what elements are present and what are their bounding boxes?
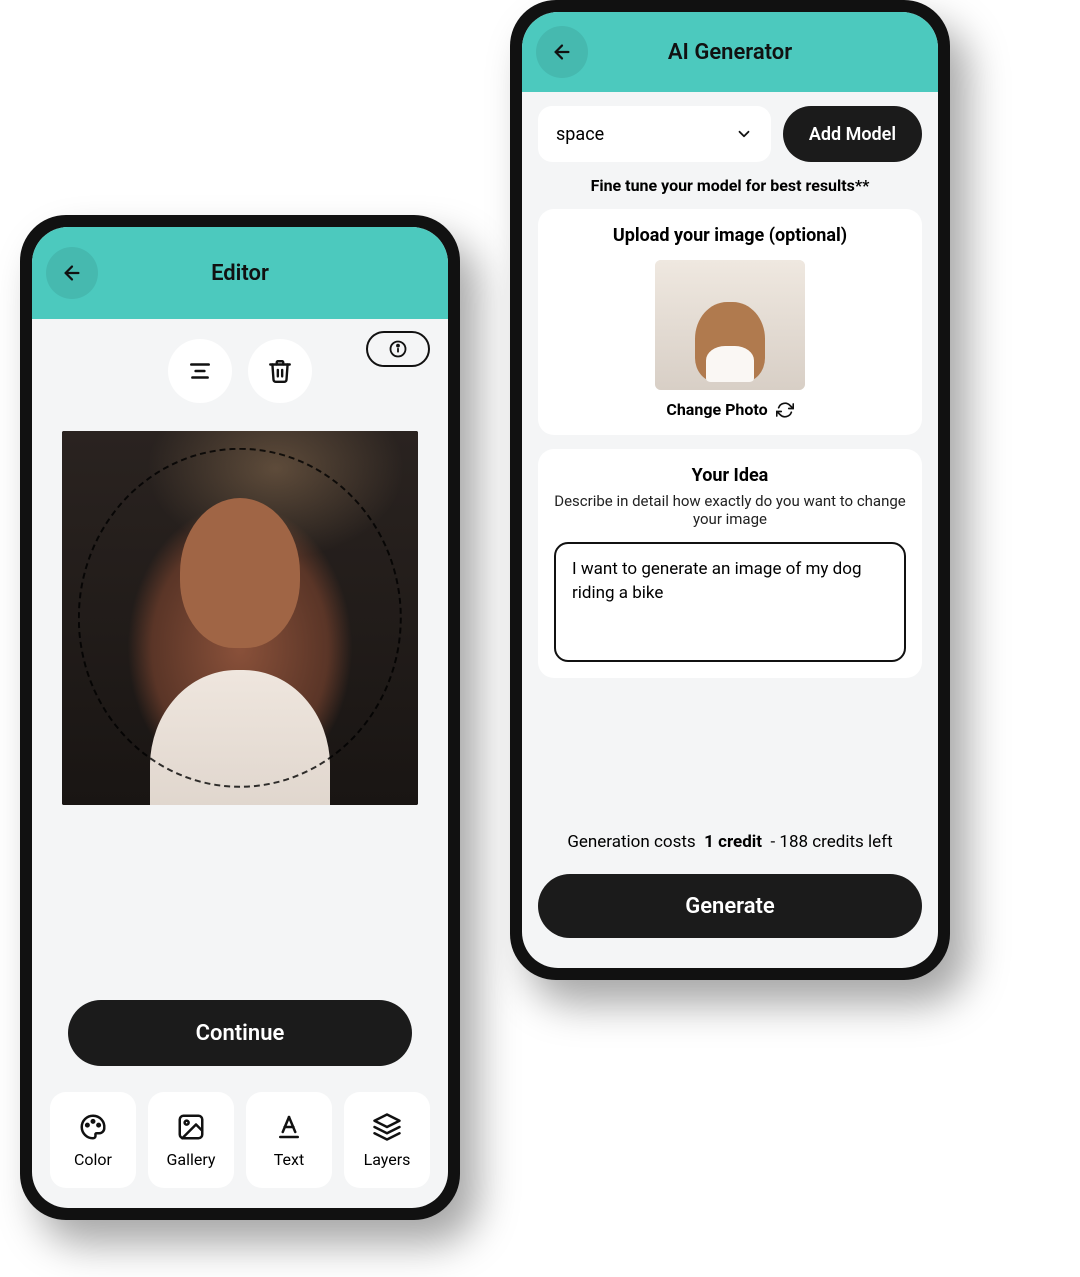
layers-icon	[372, 1112, 402, 1142]
tool-label: Layers	[364, 1150, 411, 1169]
model-selected-value: space	[556, 124, 604, 145]
chevron-down-icon	[735, 125, 753, 143]
tool-text[interactable]: Text	[246, 1092, 332, 1188]
tool-row: Color Gallery Text Layers	[32, 1066, 448, 1208]
canvas-image[interactable]	[62, 431, 418, 805]
editor-header: Editor	[32, 227, 448, 319]
uploaded-image-thumbnail[interactable]	[655, 260, 805, 390]
info-icon	[388, 339, 408, 359]
tool-label: Color	[74, 1150, 112, 1169]
delete-button[interactable]	[248, 339, 312, 403]
credits-prefix: Generation costs	[567, 832, 695, 852]
upload-title: Upload your image (optional)	[554, 225, 906, 246]
generator-phone: AI Generator space Add Model Fine tune y…	[510, 0, 950, 980]
arrow-left-icon	[61, 262, 83, 284]
continue-button[interactable]: Continue	[68, 1000, 412, 1066]
tool-color[interactable]: Color	[50, 1092, 136, 1188]
text-icon	[274, 1112, 304, 1142]
change-photo-button[interactable]: Change Photo	[554, 400, 906, 419]
model-row: space Add Model	[538, 106, 922, 162]
editor-phone: Editor Continue	[20, 215, 460, 1220]
generate-button[interactable]: Generate	[538, 874, 922, 938]
info-button[interactable]	[366, 331, 430, 367]
arrow-left-icon	[551, 41, 573, 63]
align-button[interactable]	[168, 339, 232, 403]
finetune-note: Fine tune your model for best results**	[538, 176, 922, 195]
back-button[interactable]	[536, 26, 588, 78]
model-select[interactable]: space	[538, 106, 771, 162]
upload-card: Upload your image (optional) Change Phot…	[538, 209, 922, 435]
idea-textarea[interactable]: I want to generate an image of my dog ri…	[554, 542, 906, 662]
add-model-button[interactable]: Add Model	[783, 106, 922, 162]
tool-label: Gallery	[167, 1150, 216, 1169]
credits-cost: 1 credit	[704, 832, 762, 852]
refresh-icon	[776, 401, 794, 419]
back-button[interactable]	[46, 247, 98, 299]
tool-gallery[interactable]: Gallery	[148, 1092, 234, 1188]
credits-suffix: - 188 credits left	[770, 832, 892, 852]
idea-subtitle: Describe in detail how exactly do you wa…	[554, 492, 906, 528]
change-photo-label: Change Photo	[666, 400, 767, 419]
trash-icon	[267, 358, 293, 384]
tool-layers[interactable]: Layers	[344, 1092, 430, 1188]
credits-line: Generation costs 1 credit - 188 credits …	[538, 832, 922, 852]
align-center-icon	[187, 358, 213, 384]
tool-label: Text	[274, 1150, 304, 1169]
palette-icon	[78, 1112, 108, 1142]
image-icon	[176, 1112, 206, 1142]
idea-title: Your Idea	[554, 465, 906, 486]
idea-card: Your Idea Describe in detail how exactly…	[538, 449, 922, 678]
editor-toolbar	[32, 319, 448, 413]
generator-header: AI Generator	[522, 12, 938, 92]
